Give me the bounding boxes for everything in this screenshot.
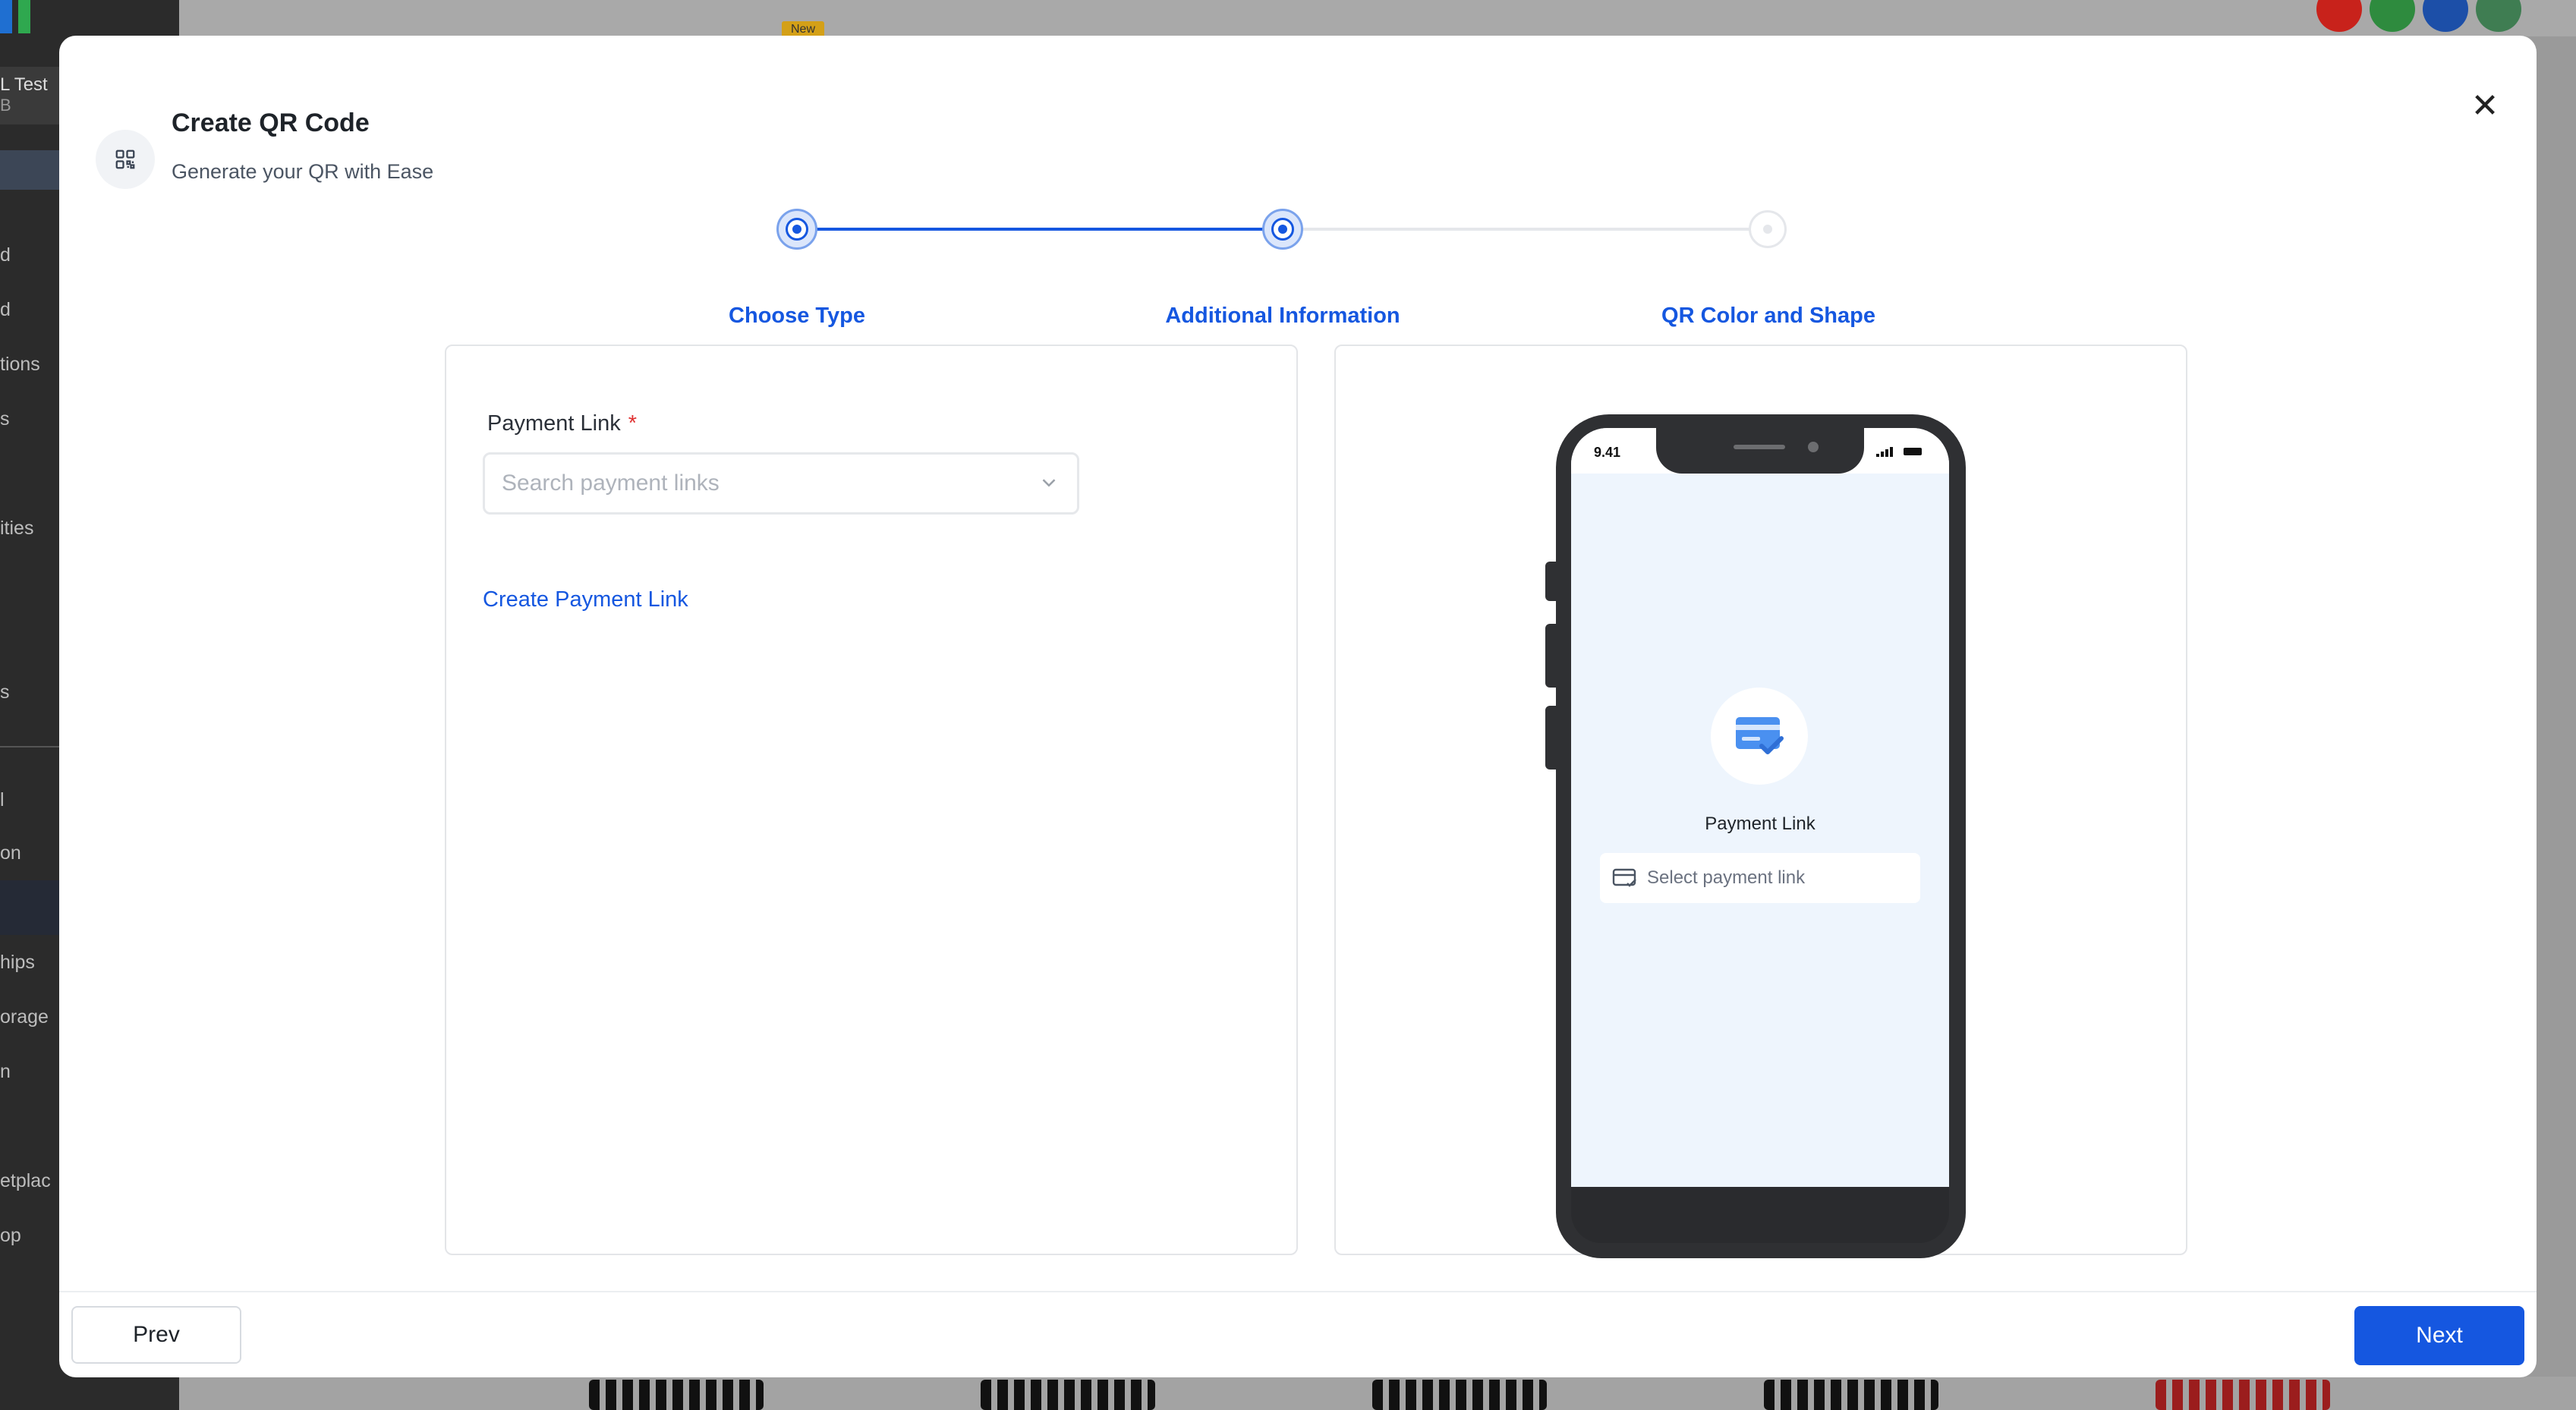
create-payment-link[interactable]: Create Payment Link [483,587,688,612]
avatar [2370,0,2415,32]
qr-thumbnail [2156,1380,2330,1410]
battery-icon [1904,448,1922,455]
next-button[interactable]: Next [2354,1306,2524,1365]
step-label-qr-color-shape[interactable]: QR Color and Shape [1661,304,1875,329]
chevron-down-icon [1042,479,1056,487]
background-topbar: New [179,0,2576,38]
phone-button [1545,624,1556,688]
create-qr-modal: ✕ Create QR Code Generate your QR with E… [59,36,2537,1377]
qr-thumbnail [1764,1380,1938,1410]
sidebar-item: on [0,842,21,864]
app-logo [0,0,30,33]
sidebar-item: d [0,299,11,320]
step-indicator-additional-information[interactable] [1262,209,1303,250]
phone-button [1545,562,1556,601]
sidebar-item: d [0,244,11,266]
sidebar-item: hips [0,952,35,973]
footer-divider [59,1291,2537,1292]
sidebar-item: n [0,1061,11,1082]
required-marker: * [628,411,637,436]
qr-code-icon [96,130,155,189]
phone-mockup: 9.41 Payment Link Select payment link [1556,414,1966,1258]
preview-panel: 9.41 Payment Link Select payment link [1334,345,2187,1258]
form-panel: Payment Link * Search payment links Creat… [445,345,1298,1255]
sidebar-item: etplac [0,1170,51,1191]
preview-select-field: Select payment link [1600,853,1920,903]
card-icon [1612,868,1636,887]
avatar [2316,0,2362,32]
phone-screen: 9.41 Payment Link Select payment link [1571,428,1949,1187]
prev-button[interactable]: Prev [71,1306,241,1364]
status-time: 9.41 [1594,445,1621,460]
avatar [2476,0,2521,32]
sidebar-item: tions [0,354,40,375]
qr-thumbnail [589,1380,764,1410]
step-indicator-qr-color-shape[interactable] [1749,210,1787,248]
select-placeholder: Search payment links [502,471,720,496]
sidebar-item: orage [0,1006,49,1028]
qr-thumbnail [1372,1380,1547,1410]
sidebar-item: s [0,681,10,703]
avatar [2423,0,2468,32]
step-label-additional-information[interactable]: Additional Information [1165,304,1400,329]
signal-icon [1876,447,1893,457]
sidebar-item: s [0,408,10,430]
payment-link-select[interactable]: Search payment links [483,452,1079,515]
preview-select-text: Select payment link [1647,867,1806,888]
step-indicator-choose-type[interactable] [776,209,817,250]
qr-thumbnail [981,1380,1155,1410]
modal-subtitle: Generate your QR with Ease [172,160,434,183]
step-label-choose-type[interactable]: Choose Type [729,304,865,329]
modal-title: Create QR Code [172,109,370,137]
sidebar-item: l [0,789,5,810]
sidebar-item: op [0,1225,21,1246]
payment-card-check-icon [1711,688,1808,785]
phone-bottom-bezel [1571,1187,1949,1243]
close-icon[interactable]: ✕ [2461,81,2509,130]
preview-title: Payment Link [1705,814,1815,834]
payment-link-label: Payment Link * [487,411,637,436]
stepper-line-complete [797,228,1283,231]
sidebar-item: ities [0,518,34,539]
phone-notch [1656,428,1864,474]
phone-button [1545,706,1556,770]
stepper-line-pending [1283,228,1768,231]
